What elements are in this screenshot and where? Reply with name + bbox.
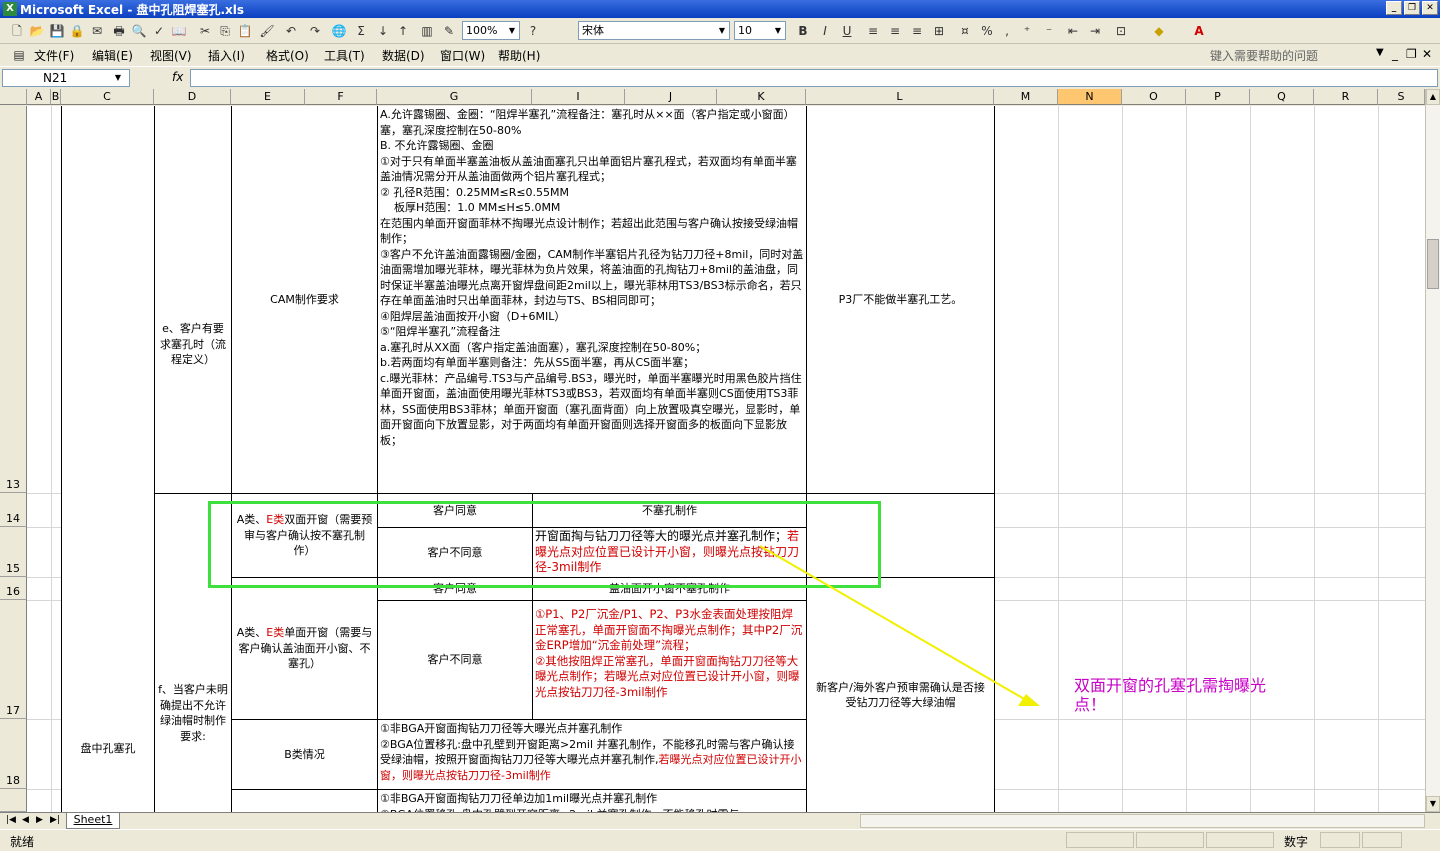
vertical-scroll-thumb[interactable] <box>1427 239 1439 289</box>
status-bar: 就绪 数字 <box>0 829 1440 851</box>
horizontal-scrollbar[interactable] <box>860 814 1425 828</box>
annotation-text: 双面开窗的孔塞孔需掏曝光点！ <box>1074 676 1267 714</box>
status-num: 数字 <box>1284 835 1309 849</box>
last-sheet-icon[interactable]: ▶| <box>50 815 60 825</box>
next-sheet-icon[interactable]: ▶ <box>36 815 43 825</box>
sheet-tab-sheet1[interactable]: Sheet1 <box>66 813 120 829</box>
annotation-arrow <box>759 545 1040 706</box>
status-ready: 就绪 <box>10 835 35 849</box>
first-sheet-icon[interactable]: |◀ <box>6 815 16 825</box>
sheet-tab-bar: |◀ ◀ ▶ ▶| Sheet1 <box>0 812 1440 829</box>
scroll-down-button[interactable]: ▼ <box>1426 796 1440 812</box>
vertical-scrollbar[interactable]: ▲ ▼ <box>1425 89 1440 812</box>
prev-sheet-icon[interactable]: ◀ <box>22 815 29 825</box>
scroll-up-button[interactable]: ▲ <box>1426 89 1440 105</box>
